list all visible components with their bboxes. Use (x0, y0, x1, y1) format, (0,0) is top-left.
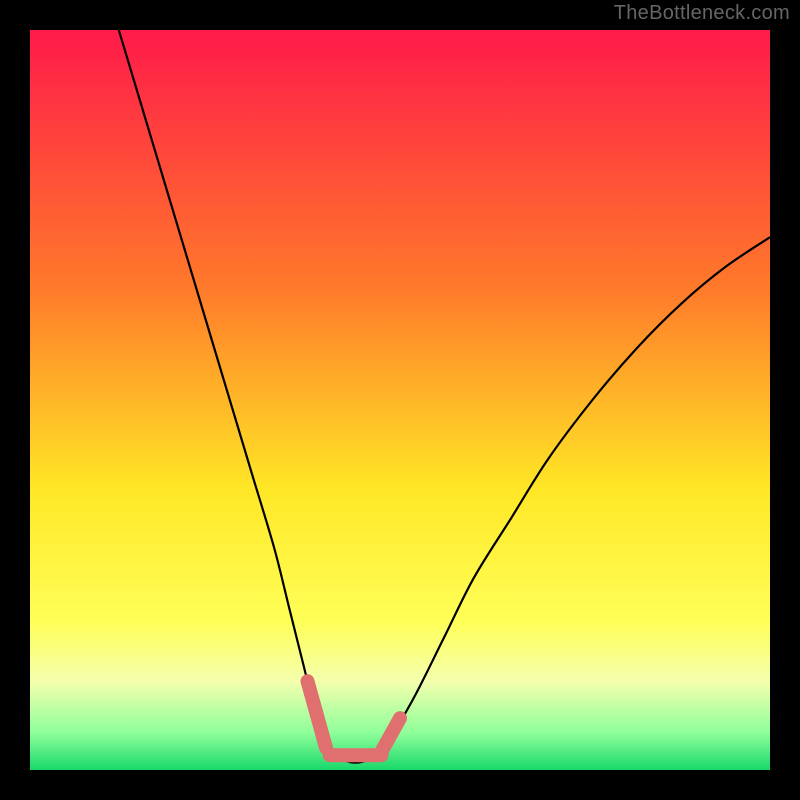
chart-frame: TheBottleneck.com (0, 0, 800, 800)
plot-area (30, 30, 770, 770)
gradient-background (30, 30, 770, 770)
watermark-text: TheBottleneck.com (614, 2, 790, 25)
bottleneck-chart (30, 30, 770, 770)
